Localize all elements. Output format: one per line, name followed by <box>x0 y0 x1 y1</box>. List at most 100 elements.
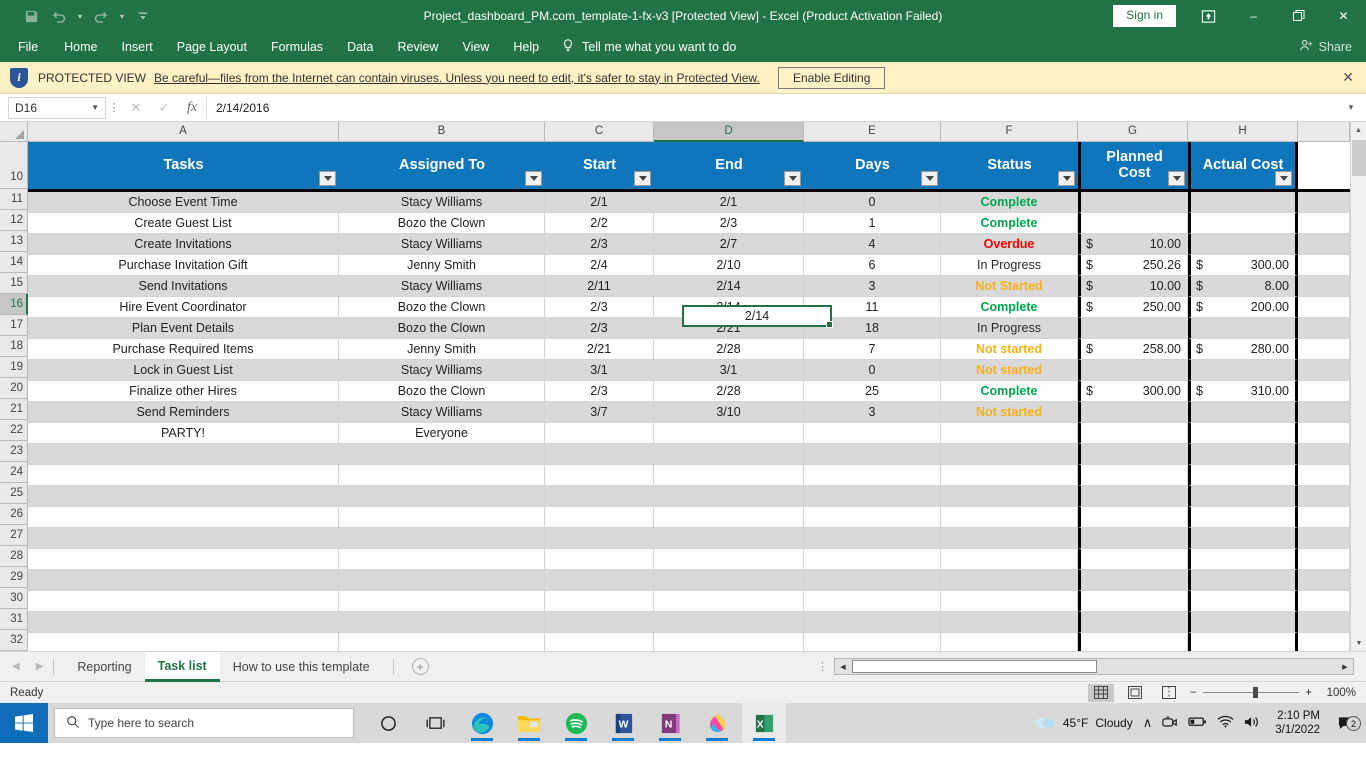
cell-assigned-to[interactable]: Stacy Williams <box>339 192 545 213</box>
ribbon-display-options-icon[interactable] <box>1186 0 1231 32</box>
grid-cell[interactable] <box>28 549 339 570</box>
ribbon-tab-insert[interactable]: Insert <box>110 32 165 62</box>
grid-cell[interactable] <box>1078 549 1188 570</box>
grid-cell[interactable] <box>941 444 1078 465</box>
cell-end[interactable]: 2/7 <box>654 234 804 255</box>
cell-assigned-to[interactable]: Bozo the Clown <box>339 213 545 234</box>
row-header-15[interactable]: 15 <box>0 273 28 294</box>
active-cell-d16[interactable]: 2/14 <box>682 305 833 328</box>
normal-view-icon[interactable] <box>1088 683 1114 702</box>
zoom-track[interactable] <box>1202 687 1300 698</box>
cell-planned-cost[interactable]: $250.26 <box>1078 255 1188 276</box>
cell-end[interactable]: 2/28 <box>654 339 804 360</box>
horizontal-scroll-grip[interactable]: ⋮ <box>817 660 834 673</box>
horizontal-scrollbar[interactable]: ◀ ▶ <box>834 658 1354 675</box>
tell-me-search[interactable]: Tell me what you want to do <box>551 38 736 56</box>
cell-actual-cost[interactable]: $300.00 <box>1188 255 1298 276</box>
undo-icon[interactable] <box>46 4 72 28</box>
cell-actual-cost[interactable]: $310.00 <box>1188 381 1298 402</box>
cell-status[interactable]: Not started <box>941 339 1078 360</box>
cell-days[interactable]: 6 <box>804 255 941 276</box>
cell-spacer[interactable] <box>1298 213 1350 234</box>
redo-dropdown-icon[interactable]: ▾ <box>116 4 128 28</box>
table-row[interactable]: Create Invitations Stacy Williams 2/3 2/7 4 O… <box>28 234 1366 255</box>
grid-cell[interactable] <box>1188 570 1298 591</box>
row-header-31[interactable]: 31 <box>0 609 28 630</box>
sign-in-button[interactable]: Sign in <box>1113 5 1176 27</box>
grid-cell[interactable] <box>28 444 339 465</box>
cell-task[interactable]: Send Invitations <box>28 276 339 297</box>
cell-spacer[interactable] <box>1298 234 1350 255</box>
grid-cell[interactable] <box>28 570 339 591</box>
cell-end[interactable]: 2/28 <box>654 381 804 402</box>
grid-cell[interactable] <box>1078 444 1188 465</box>
cell-days[interactable]: 7 <box>804 339 941 360</box>
cell-spacer[interactable] <box>1298 381 1350 402</box>
cell-task[interactable]: Lock in Guest List <box>28 360 339 381</box>
sheet-tab-how-to-use[interactable]: How to use this template <box>220 652 383 682</box>
row-header-17[interactable]: 17 <box>0 315 28 336</box>
cell-end[interactable]: 2/1 <box>654 192 804 213</box>
grid-cell[interactable] <box>545 465 654 486</box>
vertical-scroll-thumb[interactable] <box>1352 140 1366 176</box>
row-header-30[interactable]: 30 <box>0 588 28 609</box>
row-header-10[interactable]: 10 <box>0 142 28 189</box>
grid-cell[interactable] <box>1298 633 1350 651</box>
ribbon-tab-data[interactable]: Data <box>335 32 385 62</box>
cell-spacer[interactable] <box>1298 192 1350 213</box>
table-row[interactable]: Purchase Invitation Gift Jenny Smith 2/4 2/… <box>28 255 1366 276</box>
grid-cell[interactable] <box>804 591 941 612</box>
cell-status[interactable]: Overdue <box>941 234 1078 255</box>
battery-icon[interactable] <box>1188 715 1207 731</box>
cell-actual-cost[interactable]: $200.00 <box>1188 297 1298 318</box>
grid-cell[interactable] <box>339 570 545 591</box>
cell-end[interactable]: 2/3 <box>654 213 804 234</box>
grid-cell[interactable] <box>654 444 804 465</box>
cell-days[interactable]: 1 <box>804 213 941 234</box>
cell-task[interactable]: Send Reminders <box>28 402 339 423</box>
table-row-empty[interactable] <box>28 612 1366 633</box>
row-header-14[interactable]: 14 <box>0 252 28 273</box>
cell-assigned-to[interactable]: Stacy Williams <box>339 234 545 255</box>
grid-cell[interactable] <box>545 444 654 465</box>
cell-planned-cost[interactable] <box>1078 360 1188 381</box>
paint-3d-icon[interactable] <box>695 703 739 743</box>
volume-icon[interactable] <box>1244 715 1261 732</box>
cell-actual-cost[interactable]: $280.00 <box>1188 339 1298 360</box>
save-icon[interactable] <box>18 4 44 28</box>
table-row-empty[interactable] <box>28 549 1366 570</box>
column-header-d[interactable]: D <box>654 122 804 142</box>
row-header-22[interactable]: 22 <box>0 420 28 441</box>
formula-input[interactable]: 2/14/2016 <box>206 96 1340 119</box>
grid-cell[interactable] <box>28 507 339 528</box>
grid-cell[interactable] <box>654 570 804 591</box>
spotify-icon[interactable] <box>554 703 598 743</box>
cell-status[interactable]: Complete <box>941 297 1078 318</box>
filter-dropdown-icon[interactable] <box>1168 171 1185 186</box>
grid-cell[interactable] <box>339 444 545 465</box>
row-header-24[interactable]: 24 <box>0 462 28 483</box>
grid-cell[interactable] <box>1298 444 1350 465</box>
cell-spacer[interactable] <box>1298 360 1350 381</box>
page-layout-view-icon[interactable] <box>1122 684 1148 702</box>
grid-cell[interactable] <box>654 549 804 570</box>
column-header-h[interactable]: H <box>1188 122 1298 142</box>
camera-icon[interactable] <box>1162 715 1178 732</box>
wifi-icon[interactable] <box>1217 715 1234 731</box>
table-row-empty[interactable] <box>28 507 1366 528</box>
scroll-up-icon[interactable]: ▲ <box>1351 122 1366 138</box>
grid-cell[interactable] <box>654 591 804 612</box>
share-button[interactable]: Share <box>1299 38 1352 56</box>
cell-task[interactable]: Hire Event Coordinator <box>28 297 339 318</box>
cell-task[interactable]: PARTY! <box>28 423 339 444</box>
cell-task[interactable]: Plan Event Details <box>28 318 339 339</box>
cell-planned-cost[interactable] <box>1078 402 1188 423</box>
cell-days[interactable] <box>804 423 941 444</box>
cell-status[interactable]: Not Started <box>941 276 1078 297</box>
grid-cell[interactable] <box>941 486 1078 507</box>
grid-cell[interactable] <box>941 570 1078 591</box>
row-header-21[interactable]: 21 <box>0 399 28 420</box>
table-row-empty[interactable] <box>28 465 1366 486</box>
cell-start[interactable]: 2/3 <box>545 297 654 318</box>
file-explorer-icon[interactable] <box>507 703 551 743</box>
